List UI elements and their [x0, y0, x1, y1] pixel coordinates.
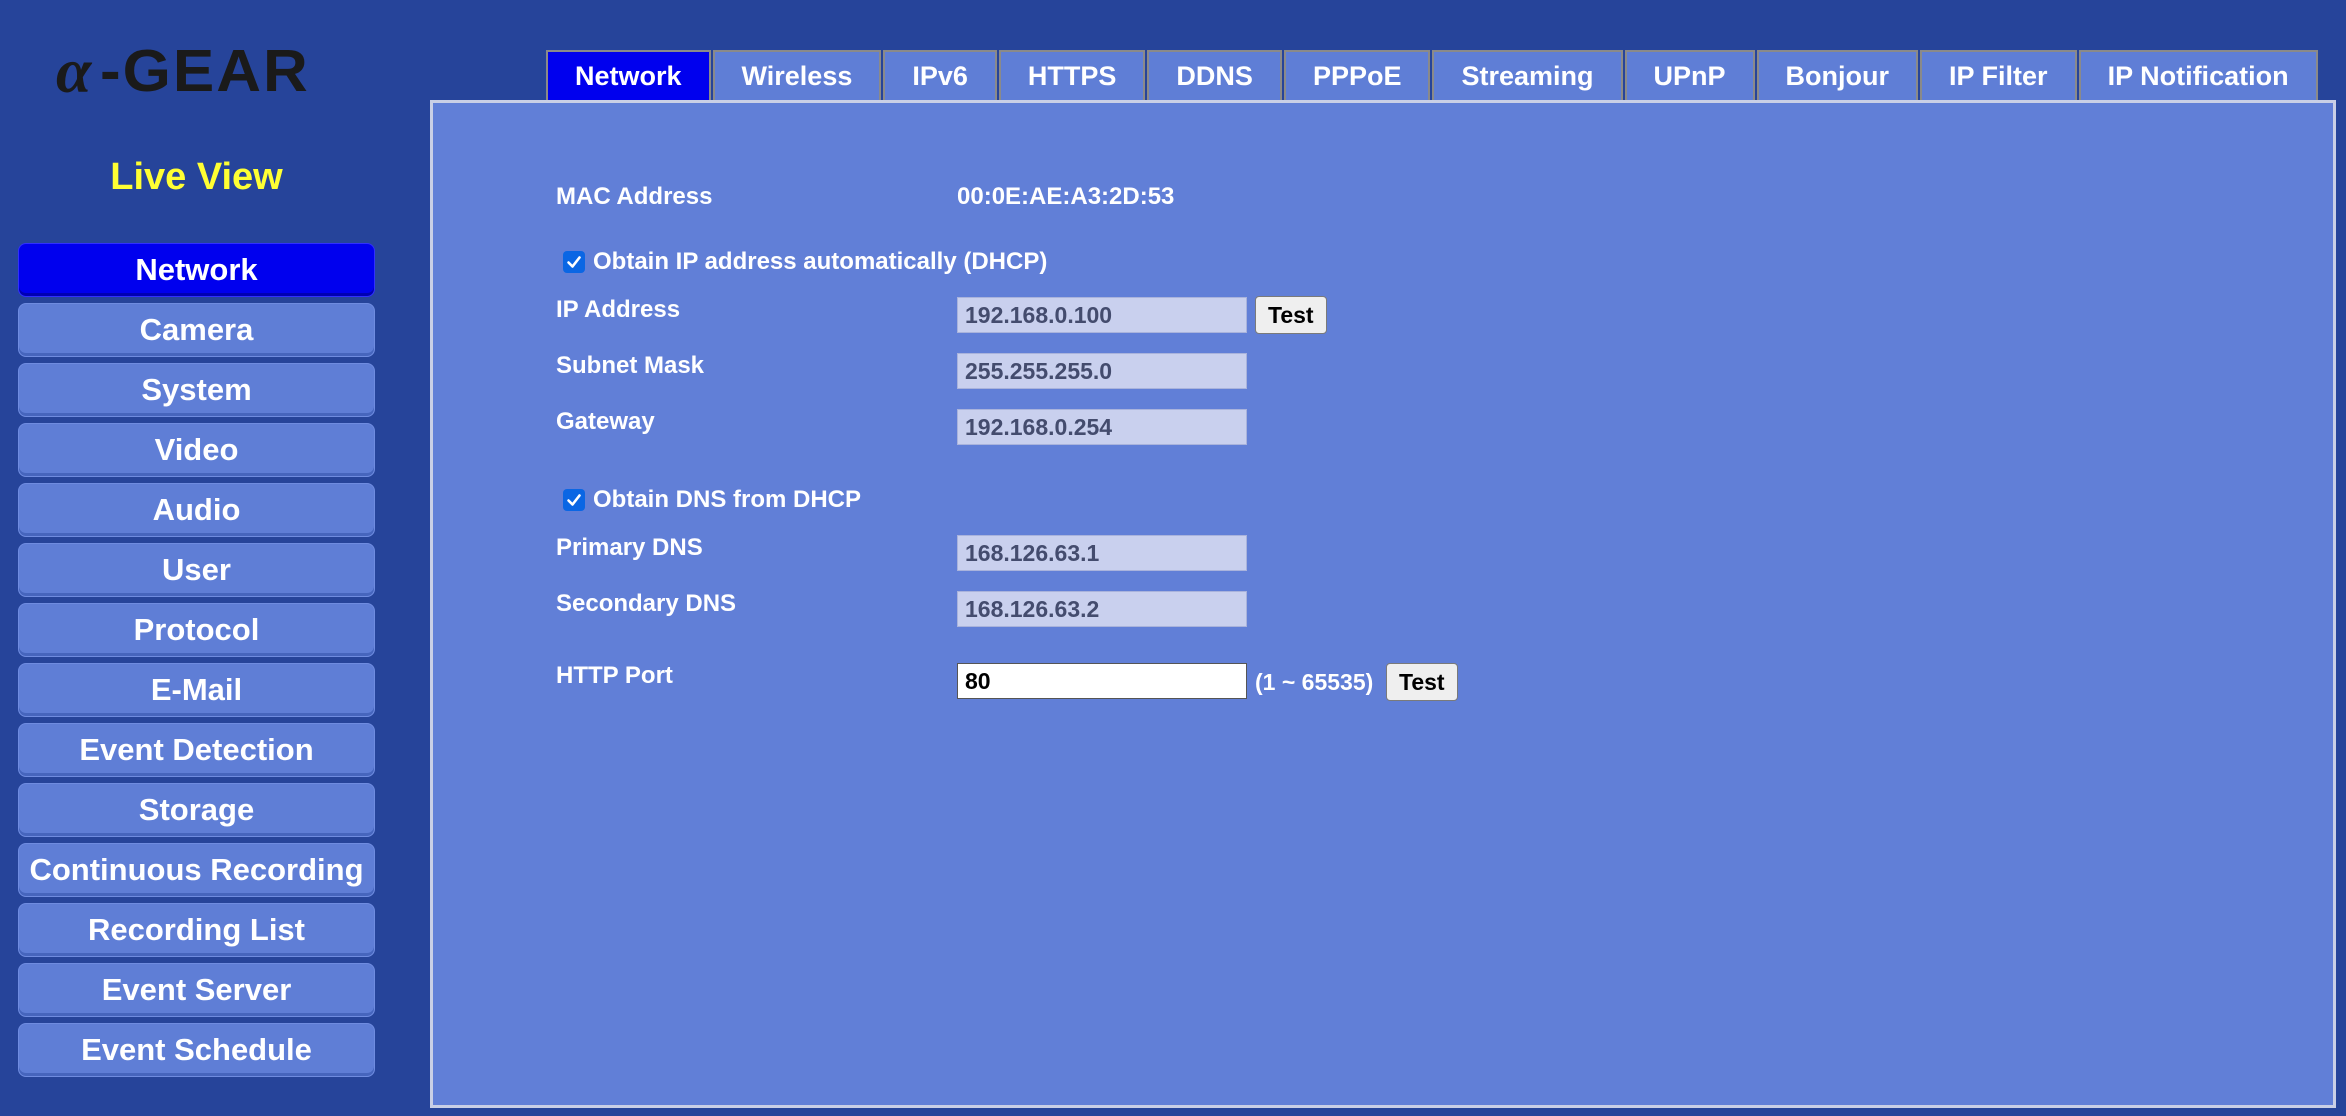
svg-text:-GEAR: -GEAR — [100, 37, 310, 103]
live-view-link[interactable]: Live View — [18, 156, 375, 199]
ip-test-button[interactable]: Test — [1255, 296, 1327, 334]
checkmark-icon — [567, 256, 581, 268]
http-port-label: HTTP Port — [556, 662, 673, 689]
tab-ipv6[interactable]: IPv6 — [883, 50, 997, 100]
dhcp-option: Obtain IP address automatically (DHCP) — [563, 248, 1047, 276]
alpha-gear-logo: α -GEAR — [54, 34, 354, 106]
sidebar-menu: Network Camera System Video Audio User P… — [18, 243, 375, 1083]
dhcp-checkbox[interactable] — [563, 251, 585, 273]
sidebar-item-system[interactable]: System — [18, 363, 375, 417]
tab-ip-filter[interactable]: IP Filter — [1920, 50, 2077, 100]
sidebar-item-continuous-recording[interactable]: Continuous Recording — [18, 843, 375, 897]
primary-dns-field[interactable] — [957, 535, 1247, 571]
ip-address-field[interactable] — [957, 297, 1247, 333]
tab-ddns[interactable]: DDNS — [1147, 50, 1282, 100]
dhcp-label: Obtain IP address automatically (DHCP) — [593, 248, 1048, 275]
http-port-input[interactable] — [957, 663, 1247, 699]
tab-network[interactable]: Network — [546, 50, 711, 100]
tab-ip-notification[interactable]: IP Notification — [2078, 50, 2318, 100]
svg-text:α: α — [56, 35, 93, 106]
sidebar-item-user[interactable]: User — [18, 543, 375, 597]
dns-dhcp-label: Obtain DNS from DHCP — [593, 486, 862, 513]
sidebar-item-camera[interactable]: Camera — [18, 303, 375, 357]
sidebar-item-network[interactable]: Network — [18, 243, 375, 297]
tab-bonjour[interactable]: Bonjour — [1756, 50, 1919, 100]
sidebar-item-email[interactable]: E-Mail — [18, 663, 375, 717]
secondary-dns-field[interactable] — [957, 591, 1247, 627]
network-tab-bar: Network Wireless IPv6 HTTPS DDNS PPPoE S… — [546, 50, 2320, 100]
subnet-mask-label: Subnet Mask — [556, 352, 705, 379]
mac-address-value: 00:0E:AE:A3:2D:53 — [957, 183, 1175, 210]
sidebar-item-event-schedule[interactable]: Event Schedule — [18, 1023, 375, 1077]
http-port-range: (1 ~ 65535) — [1255, 669, 1374, 695]
app-root: α -GEAR Live View Network Camera System … — [0, 0, 2346, 1116]
sidebar-item-video[interactable]: Video — [18, 423, 375, 477]
network-settings-panel: MAC Address 00:0E:AE:A3:2D:53 Obtain IP … — [430, 100, 2336, 1108]
tab-upnp[interactable]: UPnP — [1624, 50, 1755, 100]
tab-streaming[interactable]: Streaming — [1432, 50, 1623, 100]
sidebar-item-audio[interactable]: Audio — [18, 483, 375, 537]
sidebar-item-storage[interactable]: Storage — [18, 783, 375, 837]
tab-https[interactable]: HTTPS — [998, 50, 1146, 100]
secondary-dns-label: Secondary DNS — [556, 590, 737, 617]
http-port-test-button[interactable]: Test — [1386, 663, 1458, 701]
gateway-label: Gateway — [556, 408, 655, 435]
primary-dns-label: Primary DNS — [556, 534, 703, 561]
checkmark-icon — [567, 494, 581, 506]
sidebar-item-recording-list[interactable]: Recording List — [18, 903, 375, 957]
subnet-mask-field[interactable] — [957, 353, 1247, 389]
dns-dhcp-option: Obtain DNS from DHCP — [563, 486, 861, 514]
tab-wireless[interactable]: Wireless — [712, 50, 882, 100]
tab-pppoe[interactable]: PPPoE — [1283, 50, 1431, 100]
mac-address-label: MAC Address — [556, 183, 713, 210]
sidebar-item-event-detection[interactable]: Event Detection — [18, 723, 375, 777]
sidebar-item-event-server[interactable]: Event Server — [18, 963, 375, 1017]
dns-dhcp-checkbox[interactable] — [563, 489, 585, 511]
ip-address-label: IP Address — [556, 296, 681, 323]
sidebar-item-protocol[interactable]: Protocol — [18, 603, 375, 657]
gateway-field[interactable] — [957, 409, 1247, 445]
